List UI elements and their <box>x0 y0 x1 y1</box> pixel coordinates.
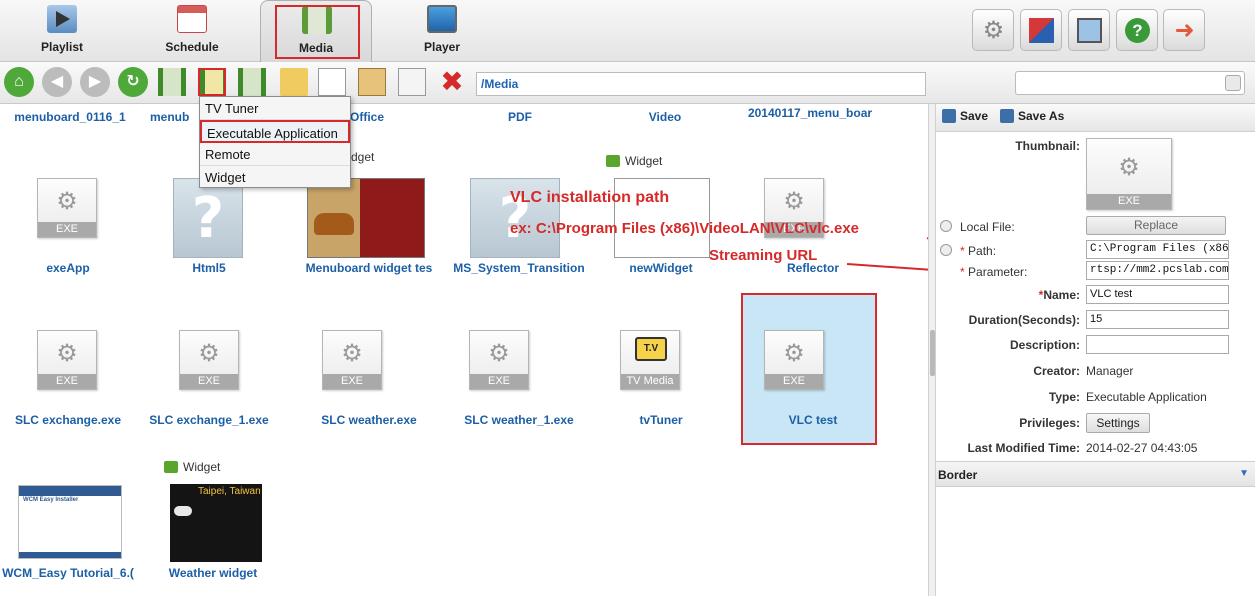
name-field[interactable]: VLC test <box>1086 285 1229 304</box>
save-button[interactable]: Save <box>942 109 988 123</box>
panel-toolbar: Save Save As <box>936 104 1255 132</box>
save-as-disk-icon <box>1000 109 1014 123</box>
duration-field[interactable]: 15 <box>1086 310 1229 329</box>
save-as-button[interactable]: Save As <box>1000 109 1064 123</box>
save-disk-icon <box>942 109 956 123</box>
duration-label: Duration(Seconds): <box>968 313 1080 327</box>
last-modified-value: 2014-02-27 04:43:05 <box>1086 441 1198 455</box>
grid-scrollbar[interactable] <box>928 104 936 596</box>
parameter-field[interactable]: rtsp://mm2.pcslab.com/i <box>1086 261 1229 280</box>
path-field[interactable]: C:\Program Files (x86)\V <box>1086 240 1229 259</box>
border-label: Border <box>938 468 978 482</box>
thumbnail-preview: ⚙ EXE <box>1086 138 1172 210</box>
local-file-label: Local File: <box>960 220 1015 234</box>
local-file-radio[interactable] <box>940 220 952 232</box>
privileges-settings-button[interactable]: Settings <box>1086 413 1150 433</box>
path-label: * Path: <box>960 244 997 258</box>
scrollbar-thumb[interactable] <box>930 330 935 376</box>
border-section-header[interactable]: Border ▼ <box>936 461 1255 487</box>
type-value: Executable Application <box>1086 390 1207 404</box>
last-modified-label: Last Modified Time: <box>967 441 1080 455</box>
description-label: Description: <box>1009 338 1080 352</box>
path-radio[interactable] <box>940 244 952 256</box>
chevron-down-icon[interactable]: ▼ <box>1239 468 1249 479</box>
properties-panel: Save Save As Thumbnail: ⚙ EXE Local File:… <box>936 104 1255 596</box>
parameter-label: * Parameter: <box>960 265 1028 279</box>
type-label: Type: <box>1048 390 1080 404</box>
replace-button[interactable]: Replace <box>1086 216 1226 235</box>
creator-value: Manager <box>1086 364 1134 378</box>
privileges-label: Privileges: <box>1019 416 1080 430</box>
description-field[interactable] <box>1086 335 1229 354</box>
thumbnail-label: Thumbnail: <box>1015 139 1080 153</box>
creator-label: Creator: <box>1033 364 1080 378</box>
name-label: *Name: <box>1038 288 1080 302</box>
gear-icon: ⚙ <box>1118 154 1140 181</box>
